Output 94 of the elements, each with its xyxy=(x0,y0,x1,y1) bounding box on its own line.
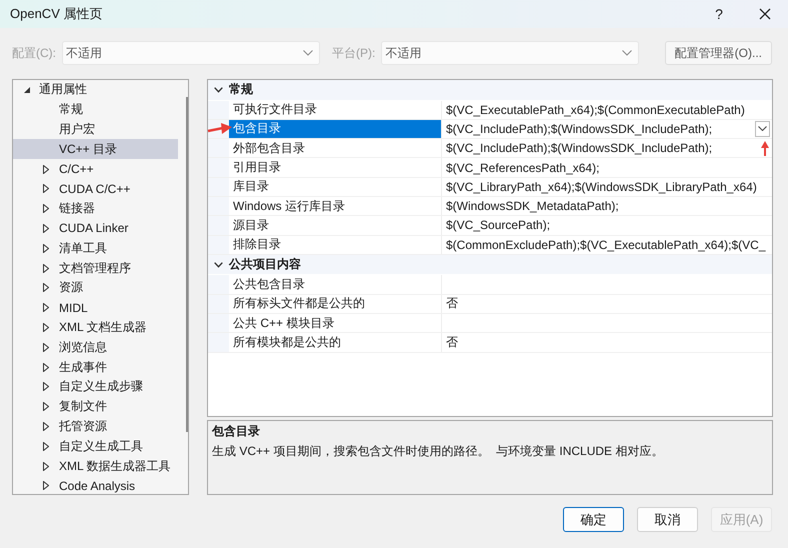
collapsed-triangle-icon[interactable] xyxy=(43,322,49,332)
property-row[interactable]: 外部包含目录 $(VC_IncludePath);$(WindowsSDK_IncludePath); xyxy=(208,139,772,158)
property-value[interactable]: $(VC_LibraryPath_x64);$(WindowsSDK_LibraryPath_x64) xyxy=(446,180,757,194)
property-name[interactable]: 所有标头文件都是公共的 xyxy=(229,294,442,313)
property-name[interactable]: 可执行文件目录 xyxy=(229,100,442,119)
tree-item[interactable]: 自定义生成工具 xyxy=(59,438,143,455)
property-row[interactable]: 源目录 $(VC_SourcePath); xyxy=(208,216,772,236)
property-name[interactable]: 外部包含目录 xyxy=(229,139,442,158)
property-name[interactable]: 公共 C++ 模块目录 xyxy=(229,314,442,332)
category-header[interactable]: 公共项目内容 xyxy=(229,256,301,274)
collapsed-triangle-icon[interactable] xyxy=(43,303,49,312)
property-name[interactable]: 库目录 xyxy=(229,178,442,196)
property-value[interactable]: $(VC_IncludePath);$(WindowsSDK_IncludePath); xyxy=(446,141,712,156)
property-row[interactable]: 库目录 $(VC_LibraryPath_x64);$(WindowsSDK_LibraryPath_x64) xyxy=(208,178,772,197)
collapsed-triangle-icon[interactable] xyxy=(43,402,49,412)
property-value[interactable]: $(VC_ExecutablePath_x64);$(CommonExecutablePath) xyxy=(446,102,745,117)
tree-item[interactable]: XML 数据生成器工具 xyxy=(59,458,171,475)
tree-item[interactable]: 自定义生成步骤 xyxy=(59,378,143,396)
property-value[interactable]: $(VC_ReferencesPath_x64); xyxy=(446,160,600,175)
tree-item[interactable]: 文档管理程序 xyxy=(59,260,131,277)
tree-item[interactable]: XML 文档生成器 xyxy=(59,318,147,336)
chevron-down-icon[interactable] xyxy=(214,86,223,93)
help-button[interactable]: ? xyxy=(696,6,742,22)
property-row[interactable]: 公共包含目录 xyxy=(208,275,772,295)
property-value[interactable]: $(WindowsSDK_MetadataPath); xyxy=(446,199,619,214)
tree-item[interactable]: 清单工具 xyxy=(59,240,107,257)
tree-item[interactable]: 常规 xyxy=(59,101,83,118)
property-name[interactable]: 引用目录 xyxy=(229,158,442,177)
collapsed-triangle-icon[interactable] xyxy=(43,422,49,431)
config-manager-button[interactable]: 配置管理器(O)... xyxy=(664,41,772,65)
collapsed-triangle-icon[interactable] xyxy=(43,184,49,194)
collapsed-triangle-icon[interactable] xyxy=(43,382,49,392)
field-label: 平台(P): xyxy=(332,44,376,62)
tree-item-highlight[interactable]: VC++ 目录 xyxy=(13,139,178,160)
collapsed-triangle-icon[interactable] xyxy=(43,283,49,292)
tree-item[interactable]: CUDA Linker xyxy=(59,221,128,236)
tree-item[interactable]: VC++ 目录 xyxy=(59,140,118,158)
collapsed-triangle-icon[interactable] xyxy=(43,244,49,253)
property-row[interactable]: 所有模块都是公共的 否 xyxy=(208,333,772,353)
tree-item[interactable]: 生成事件 xyxy=(59,358,107,376)
dropdown-button[interactable] xyxy=(755,120,770,137)
chevron-down-icon xyxy=(622,50,632,56)
tree-item[interactable]: 链接器 xyxy=(59,200,95,218)
close-icon xyxy=(759,8,771,20)
window-title: OpenCV 属性页 xyxy=(10,5,104,23)
property-row[interactable]: 包含目录 $(VC_IncludePath);$(WindowsSDK_IncludePath); xyxy=(208,120,772,140)
tree-item[interactable]: 用户宏 xyxy=(59,120,95,138)
property-name[interactable]: 公共包含目录 xyxy=(229,275,442,294)
property-name[interactable]: 包含目录 xyxy=(229,120,442,138)
collapsed-triangle-icon[interactable] xyxy=(43,481,49,490)
property-row[interactable]: 引用目录 $(VC_ReferencesPath_x64); xyxy=(208,158,772,178)
chevron-down-icon[interactable] xyxy=(214,262,223,268)
tree-item[interactable]: 通用属性 xyxy=(39,81,87,98)
description-title: 包含目录 xyxy=(212,423,261,440)
collapsed-triangle-icon[interactable] xyxy=(43,264,49,273)
chevron-down-icon xyxy=(303,50,313,56)
description-text: 生成 VC++ 项目期间，搜索包含文件时使用的路径。 与环境变量 INCLUDE 相对应。 xyxy=(212,444,664,458)
collapsed-triangle-icon[interactable] xyxy=(43,462,49,471)
tree-item[interactable]: C/C++ xyxy=(59,162,94,176)
dialog-button[interactable]: 确定 xyxy=(563,507,624,532)
tree-item[interactable]: CUDA C/C++ xyxy=(59,182,130,196)
collapsed-triangle-icon[interactable] xyxy=(43,164,49,174)
property-value[interactable]: 否 xyxy=(446,295,458,312)
tree-item[interactable]: 托管资源 xyxy=(59,418,107,435)
property-value[interactable]: $(CommonExcludePath);$(VC_ExecutablePath_x64);$(VC_ xyxy=(446,238,766,252)
property-name[interactable]: 源目录 xyxy=(229,216,442,235)
tree-item[interactable]: 浏览信息 xyxy=(59,338,107,356)
annotation-arrow xyxy=(760,140,770,157)
property-name[interactable]: 所有模块都是公共的 xyxy=(229,333,442,352)
property-value[interactable]: 否 xyxy=(446,334,458,351)
property-name[interactable]: Windows 运行库目录 xyxy=(229,196,442,216)
property-row[interactable]: 排除目录 $(CommonExcludePath);$(VC_ExecutablePath_x64);$(VC_ xyxy=(208,236,772,255)
chevron-down-icon xyxy=(758,126,767,132)
collapsed-triangle-icon[interactable] xyxy=(43,342,49,352)
tree-item[interactable]: Code Analysis xyxy=(59,478,136,493)
property-name[interactable]: 排除目录 xyxy=(229,236,442,254)
category-header[interactable]: 常规 xyxy=(229,81,253,98)
tree-item[interactable]: 资源 xyxy=(59,279,83,296)
property-row[interactable]: 可执行文件目录 $(VC_ExecutablePath_x64);$(CommonExecutablePath) xyxy=(208,100,772,120)
tree-item[interactable]: MIDL xyxy=(59,300,88,315)
property-row[interactable]: Windows 运行库目录 $(WindowsSDK_MetadataPath); xyxy=(208,196,772,216)
tree-item[interactable]: 复制文件 xyxy=(59,398,107,416)
expanded-triangle-icon[interactable] xyxy=(23,86,31,94)
dialog-button[interactable]: 取消 xyxy=(637,507,698,532)
field-label: 配置(C): xyxy=(12,44,56,62)
collapsed-triangle-icon[interactable] xyxy=(43,224,49,233)
property-value[interactable]: $(VC_IncludePath);$(WindowsSDK_IncludePath); xyxy=(446,122,712,136)
collapsed-triangle-icon[interactable] xyxy=(43,362,49,372)
property-value[interactable]: $(VC_SourcePath); xyxy=(446,218,550,232)
collapsed-triangle-icon[interactable] xyxy=(43,204,49,214)
annotation-arrow xyxy=(207,121,233,135)
collapsed-triangle-icon[interactable] xyxy=(43,442,49,451)
property-row[interactable]: 所有标头文件都是公共的 否 xyxy=(208,294,772,314)
property-row[interactable]: 公共 C++ 模块目录 xyxy=(208,314,772,334)
